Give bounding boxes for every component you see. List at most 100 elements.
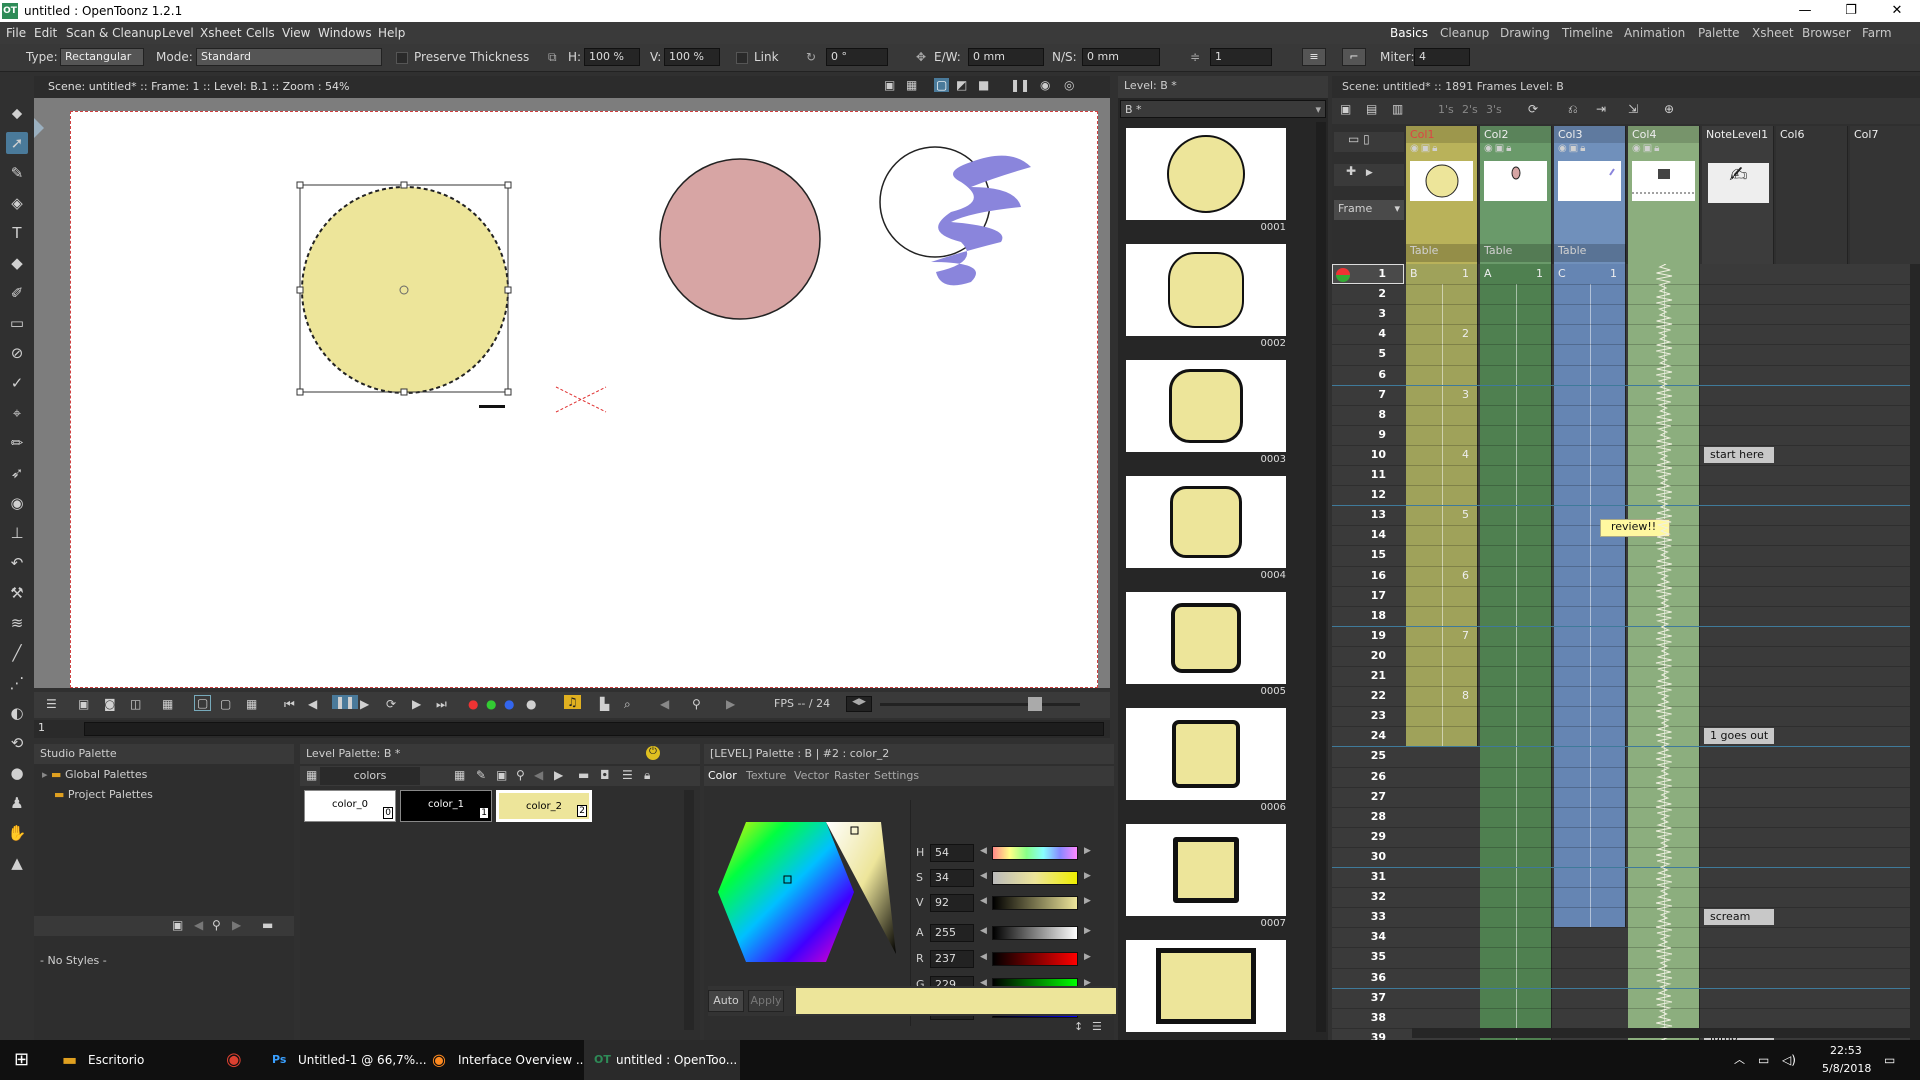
reframe-icon[interactable]: ⟳ — [1528, 102, 1538, 116]
rotate-tool-icon[interactable]: ♟ — [6, 792, 28, 814]
row-number[interactable]: 6 — [1332, 368, 1396, 381]
pinch-tool-icon[interactable]: ➶ — [6, 462, 28, 484]
checker-bg-icon[interactable]: ▦ — [246, 697, 257, 711]
global-palettes-item[interactable]: ▸ ▬ Global Palettes — [42, 768, 282, 786]
column-header-col1[interactable]: Col1 ◉▣🔒︎ Table — [1406, 126, 1478, 264]
menu-level[interactable]: Level — [162, 26, 194, 40]
frame-slider[interactable] — [84, 722, 1104, 736]
step-1s[interactable]: 1's — [1438, 103, 1454, 116]
merge-icon[interactable]: ◘ — [600, 768, 610, 782]
join-dropdown[interactable]: ⌐ — [1342, 48, 1366, 66]
row-number[interactable]: 33 — [1332, 910, 1396, 923]
channel-slider[interactable] — [992, 952, 1078, 966]
column-header-col6[interactable]: Col6 — [1776, 126, 1848, 264]
taskbar-item-opentoonz[interactable]: untitled : OpenToo... — [616, 1040, 737, 1080]
close-button[interactable]: ✕ — [1874, 0, 1920, 22]
jump-icon[interactable]: ⇲ — [1628, 102, 1638, 116]
xsheet-hscrollbar[interactable] — [1412, 1028, 1910, 1038]
selection-handle[interactable] — [296, 181, 304, 189]
play-icon[interactable]: ▶ — [360, 697, 369, 711]
color-wheel[interactable] — [706, 814, 906, 964]
room-xsheet[interactable]: Xsheet — [1752, 26, 1794, 40]
channel-value-field[interactable]: 54 — [930, 844, 974, 862]
snapshot-icon[interactable]: ◙ — [104, 697, 116, 711]
column-toggles[interactable]: ◉▣🔒︎ — [1406, 143, 1477, 159]
save-icon[interactable]: ▣ — [78, 697, 89, 711]
minimize-button[interactable]: — — [1782, 0, 1828, 22]
tray-chevron-icon[interactable]: ︿ — [1734, 1040, 1745, 1080]
lock-toggle-icon[interactable]: ⏻ — [646, 746, 660, 760]
toggle-orientation-icon[interactable]: ↕ — [1074, 1020, 1083, 1033]
channel-value-field[interactable]: 92 — [930, 894, 974, 912]
xsheet-note[interactable]: 1 goes out — [1704, 728, 1774, 744]
zoom-icon[interactable]: ⌕ — [624, 697, 631, 712]
room-drawing[interactable]: Drawing — [1500, 26, 1550, 40]
marker-icon[interactable]: ⚲ — [692, 697, 701, 711]
palette-gizmo-icon[interactable]: ▬ — [578, 768, 589, 782]
h-scale-field[interactable]: 100 % — [584, 48, 640, 66]
selection-handle[interactable] — [400, 388, 408, 396]
menu-windows[interactable]: Windows — [318, 26, 372, 40]
row-number[interactable]: 22 — [1332, 689, 1396, 702]
link-checkbox[interactable] — [736, 52, 748, 64]
volume-icon[interactable]: ◁) — [1782, 1040, 1796, 1080]
menu-icon[interactable]: ☰ — [1092, 1020, 1102, 1033]
pegbar-label[interactable]: Table — [1406, 244, 1478, 262]
camera-view-icon[interactable]: ▢ — [934, 78, 950, 92]
firefox-icon[interactable]: ◉ — [432, 1040, 446, 1080]
row-number[interactable]: 28 — [1332, 810, 1396, 823]
room-farm[interactable]: Farm — [1862, 26, 1892, 40]
yellow-circle-shape[interactable] — [301, 186, 509, 394]
frame-field[interactable]: 1 — [38, 721, 68, 737]
mode-dropdown[interactable]: Standard — [196, 48, 382, 66]
prev-marker-icon[interactable]: ◀ — [660, 697, 669, 711]
tab-texture[interactable]: Texture — [746, 769, 786, 782]
pink-circle-shape[interactable] — [659, 158, 821, 320]
skeleton-tool-icon[interactable]: ╱ — [6, 642, 28, 664]
room-timeline[interactable]: Timeline — [1562, 26, 1613, 40]
style-swatch-0[interactable]: color_0 0 — [304, 790, 396, 822]
view-mode-icon[interactable]: ▬ — [262, 918, 273, 932]
column-toggles[interactable]: ◉▣🔒︎ — [1554, 143, 1625, 159]
tracker-tool-icon[interactable]: ⋰ — [6, 672, 28, 694]
next-icon[interactable]: ▶ — [232, 918, 241, 932]
row-number[interactable]: 4 — [1332, 327, 1396, 340]
layer-header-toggle[interactable]: ▭ ▯ — [1334, 132, 1404, 152]
decrement-arrow-icon[interactable]: ◀ — [980, 846, 987, 856]
decrement-arrow-icon[interactable]: ◀ — [980, 871, 987, 881]
row-number[interactable]: 13 — [1332, 508, 1396, 521]
level-frame-thumb[interactable] — [1126, 244, 1286, 336]
miter-field[interactable]: 4 — [1414, 48, 1470, 66]
hand-tool-icon[interactable]: ✋ — [6, 822, 28, 844]
level-frame-thumb[interactable] — [1126, 476, 1286, 568]
pages-icon[interactable]: ▦ — [306, 768, 317, 782]
channel-slider[interactable] — [992, 926, 1078, 940]
taskbar-item-firefox[interactable]: Interface Overview ... — [458, 1040, 587, 1080]
ns-field[interactable]: 0 mm — [1082, 48, 1160, 66]
row-number[interactable]: 12 — [1332, 488, 1396, 501]
clock-date[interactable]: 5/8/2018 — [1822, 1062, 1871, 1075]
channel-slider[interactable] — [992, 846, 1078, 860]
selection-handle[interactable] — [400, 181, 408, 189]
taskbar-item-photoshop[interactable]: Untitled-1 @ 66,7%... — [298, 1040, 427, 1080]
next-marker-icon[interactable]: ▶ — [726, 697, 735, 711]
increment-arrow-icon[interactable]: ▶ — [1084, 896, 1091, 906]
save-icon[interactable]: ▣ — [496, 768, 507, 782]
column-header-col3[interactable]: Col3 ◉▣🔒︎ Table — [1554, 126, 1626, 264]
auto-button[interactable]: Auto — [708, 990, 744, 1012]
xsheet-note[interactable]: start here — [1704, 447, 1774, 463]
canvas-drawing[interactable] — [71, 112, 1099, 689]
row-number[interactable]: 34 — [1332, 930, 1396, 943]
decrement-arrow-icon[interactable]: ◀ — [980, 896, 987, 906]
row-number[interactable]: 36 — [1332, 971, 1396, 984]
type-tool-icon[interactable]: T — [6, 222, 28, 244]
column-header-notelevel1[interactable]: NoteLevel1 ✍ — [1702, 126, 1774, 264]
row-number[interactable]: 37 — [1332, 991, 1396, 1004]
column-header-col2[interactable]: Col2 ◉▣🔒︎ Table — [1480, 126, 1552, 264]
menu-xsheet[interactable]: Xsheet — [200, 26, 242, 40]
row-number[interactable]: 25 — [1332, 749, 1396, 762]
row-number[interactable]: 38 — [1332, 1011, 1396, 1024]
room-cleanup[interactable]: Cleanup — [1440, 26, 1489, 40]
duplicate-icon[interactable]: ⊕ — [1664, 102, 1674, 116]
row-number[interactable]: 3 — [1332, 307, 1396, 320]
